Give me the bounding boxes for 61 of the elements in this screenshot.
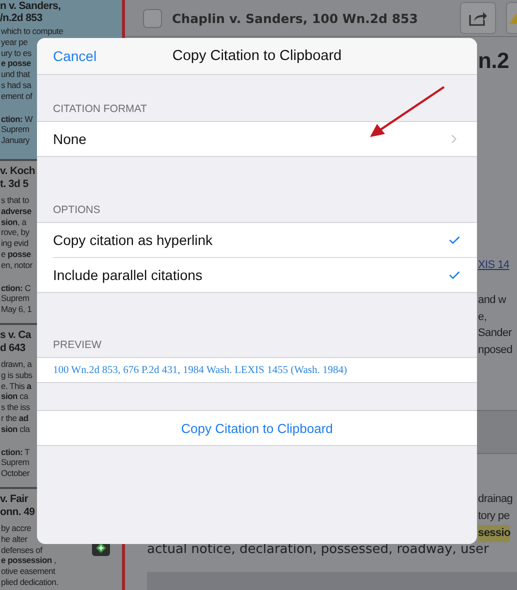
case-title: d 643	[0, 342, 26, 355]
case-snippet: s the iss	[1, 402, 30, 413]
case-court-info: ction: W	[1, 114, 33, 124]
case-snippet: e posse	[1, 58, 31, 70]
case-court-info: October	[1, 468, 30, 479]
document-text: drainag	[478, 492, 513, 507]
case-court-info: January	[1, 135, 30, 146]
case-snippet: en, notor	[1, 260, 32, 271]
case-snippet: rove, by	[1, 227, 30, 238]
section-header: PREVIEW	[52, 338, 102, 353]
case-title: /n.2d 853	[0, 12, 42, 24]
case-court-info: ction: C	[1, 282, 31, 294]
case-court-info: Suprem	[1, 293, 30, 304]
case-snippet: sion cla	[1, 424, 30, 435]
case-title: s v. Ca	[0, 328, 31, 342]
document-title: Chaplin v. Sanders, 100 Wn.2d 853	[172, 10, 419, 26]
case-snippet: e. This a	[1, 380, 32, 392]
case-title: t. 3d 5	[0, 178, 28, 191]
case-snippet: sion, a	[1, 216, 26, 228]
row-label: Include parallel citations	[53, 267, 202, 283]
case-snippet: drawn, a	[1, 358, 32, 370]
row-label: None	[53, 131, 86, 147]
case-snippet: year pe	[1, 36, 28, 48]
case-title: n v. Sanders,	[0, 0, 61, 12]
case-snippet: by accre	[1, 522, 32, 534]
document-text: and w	[478, 293, 506, 308]
case-title: v. Koch	[0, 164, 36, 178]
case-court-info: ction: T	[1, 446, 30, 458]
document-text: e,	[478, 310, 487, 325]
section-header: OPTIONS	[52, 203, 102, 218]
case-snippet: s that to	[1, 194, 29, 206]
case-snippet: otive easement	[1, 566, 56, 577]
case-snippet: s had sa	[1, 80, 32, 91]
case-snippet: e posse	[1, 248, 31, 260]
case-snippet: sion ca	[1, 391, 28, 402]
case-title: v. Fair	[0, 492, 28, 506]
case-snippet: e possession ,	[1, 555, 56, 566]
case-court-info: Suprem	[1, 457, 30, 468]
keywords-text: actual notice, declaration, possessed, roadway, user	[147, 542, 489, 559]
case-title: onn. 49	[0, 506, 35, 519]
case-snippet: g is subs	[1, 370, 32, 381]
document-text: nposed	[478, 343, 512, 358]
case-snippet: defenses of	[1, 544, 42, 556]
document-heading: n.2	[478, 47, 509, 75]
case-snippet: he alter	[1, 534, 28, 544]
case-court-info: Suprem	[1, 124, 30, 136]
case-snippet: plied dedication.	[1, 576, 58, 588]
document-text: tory pe	[478, 508, 510, 524]
case-snippet: ury to es	[1, 48, 32, 58]
case-snippet: ement of	[1, 90, 32, 102]
section-header: CITATION FORMAT	[52, 102, 148, 117]
citation-preview: 100 Wn.2d 853, 676 P.2d 431, 1984 Wash. LEXIS 1455 (Wash. 1984)	[53, 364, 347, 376]
case-snippet: adverse	[1, 206, 32, 217]
case-snippet: which to compute	[1, 26, 64, 37]
case-snippet: und that	[1, 69, 30, 80]
dialog-title: Copy Citation to Clipboard	[172, 48, 342, 64]
document-text: Sander	[478, 326, 512, 342]
case-court-info: May 6, 1	[1, 304, 32, 315]
case-snippet: r the ad	[1, 412, 28, 424]
case-snippet: ing evid	[1, 238, 28, 249]
row-label: Copy citation as hyperlink	[53, 232, 213, 248]
